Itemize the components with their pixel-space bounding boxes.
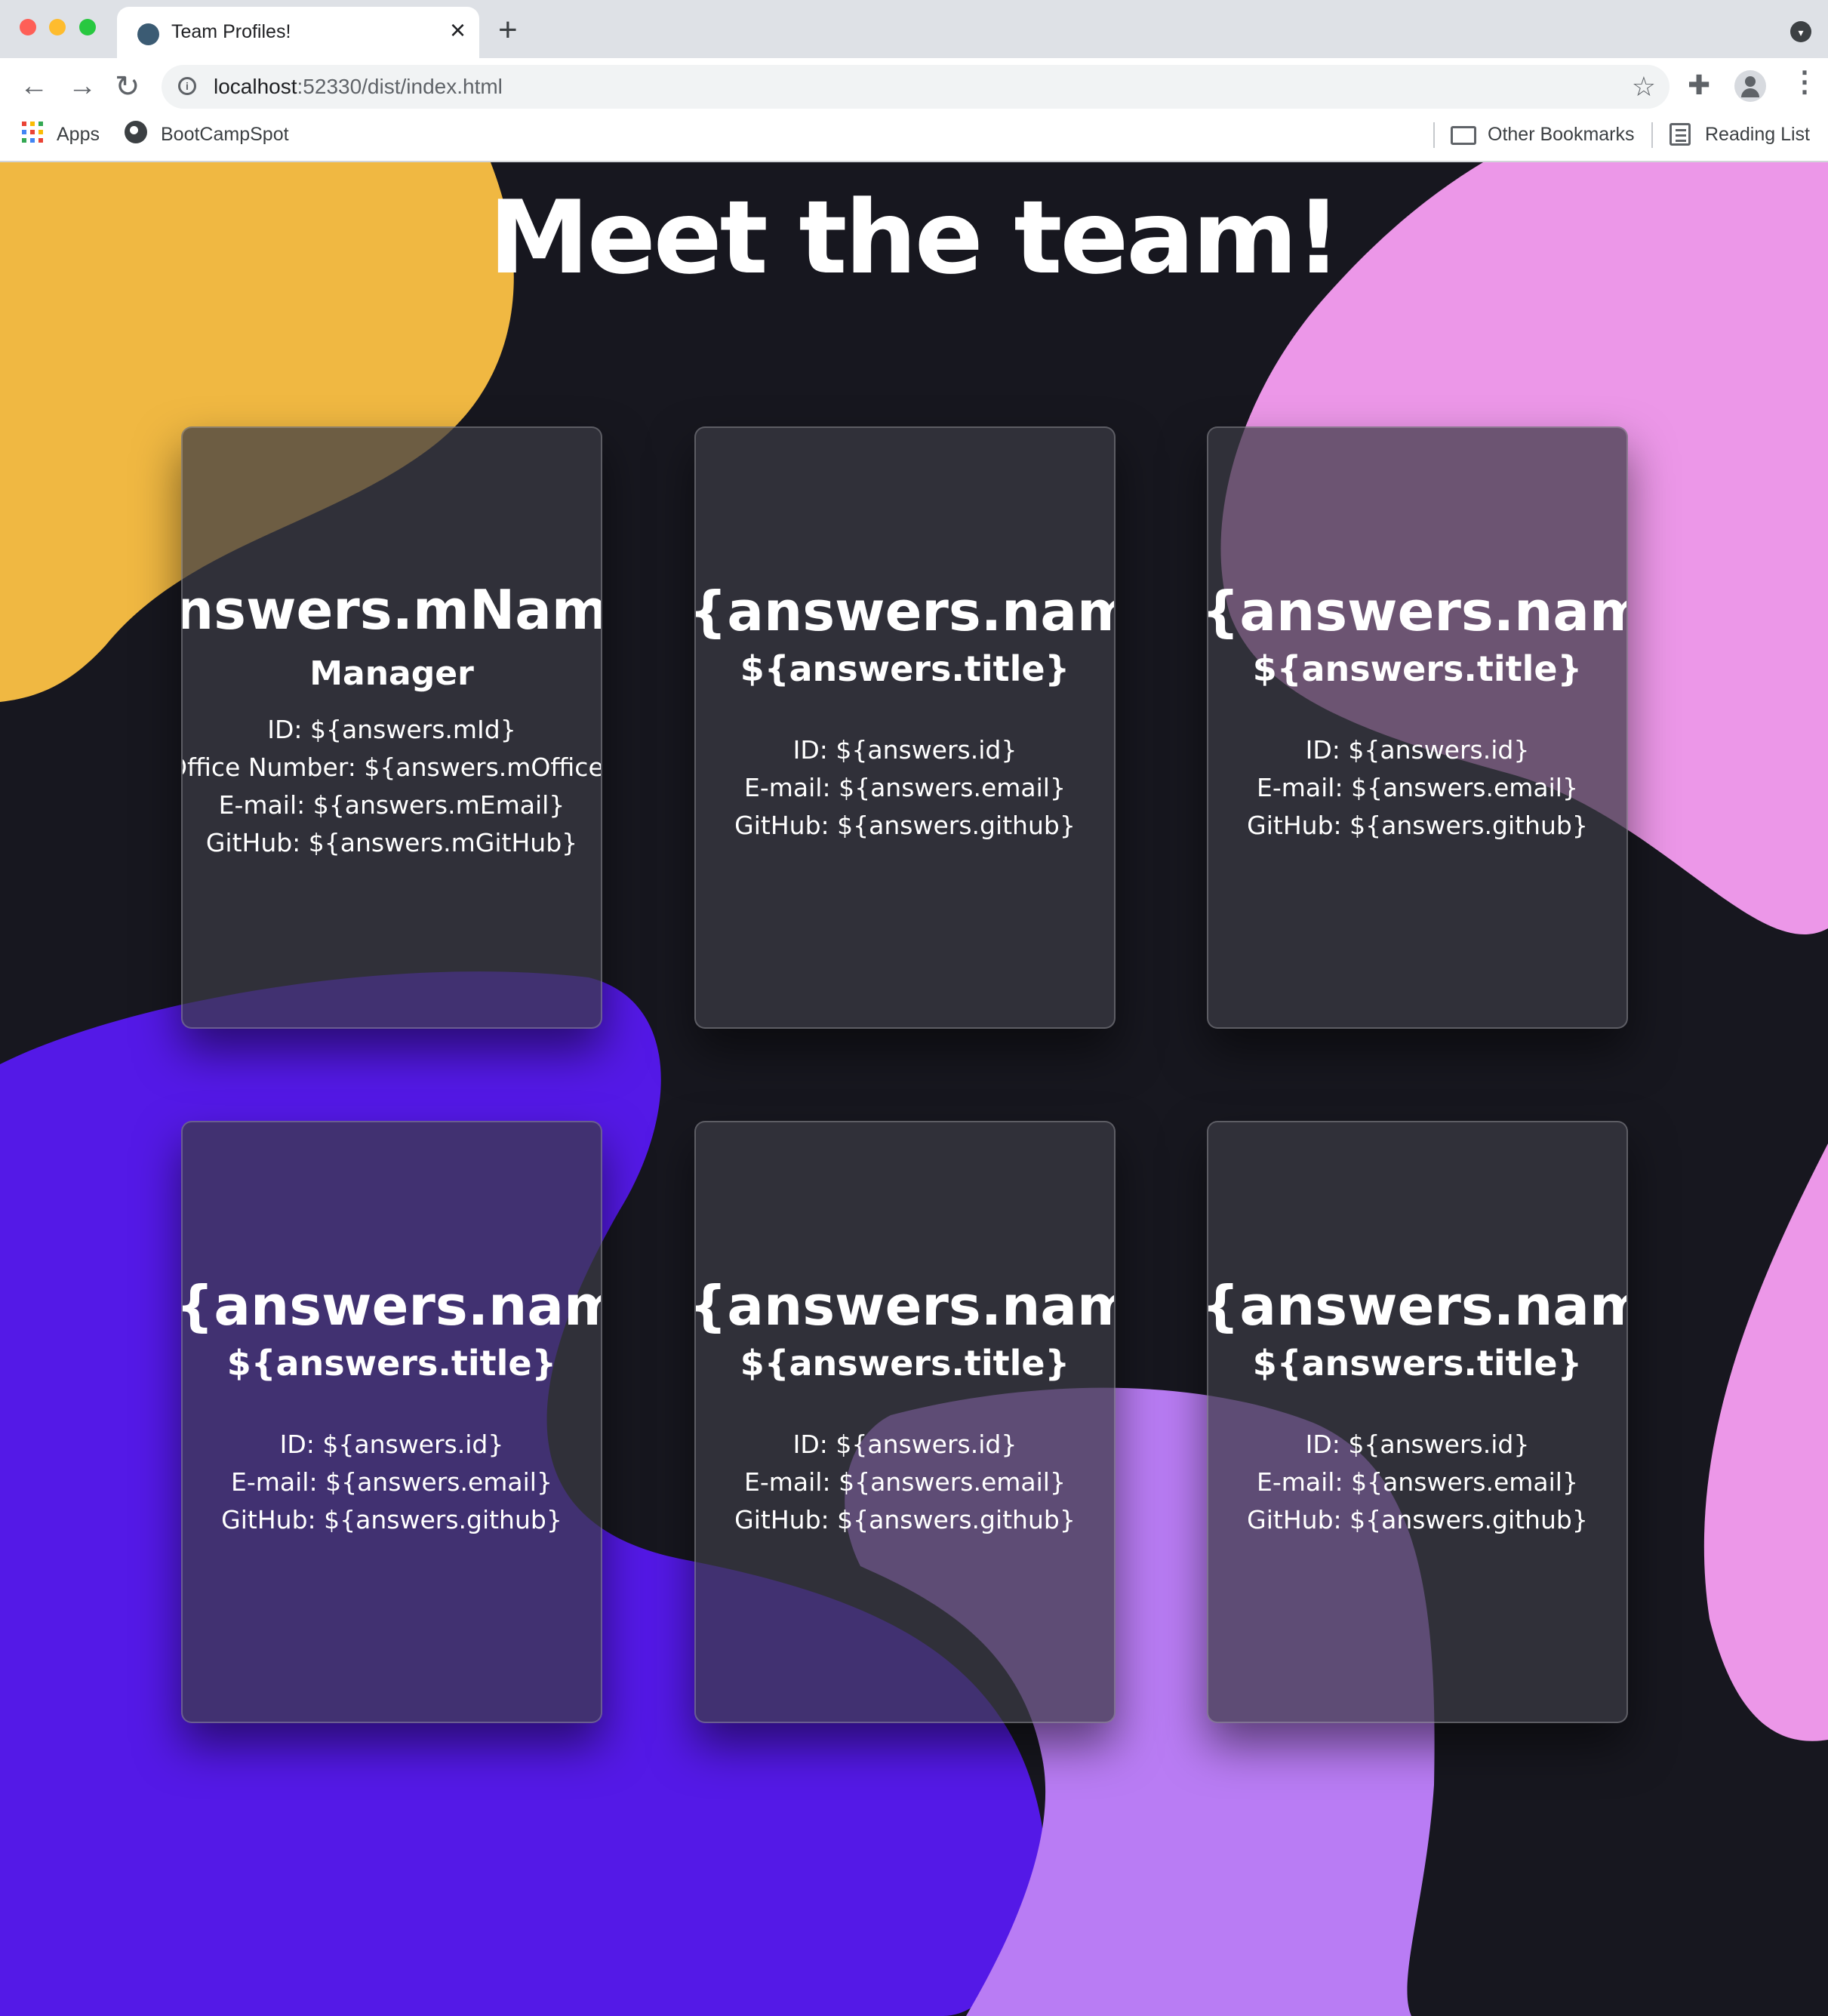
close-tab-icon[interactable]: ×	[450, 17, 466, 44]
member-card: ${answers.name} ${answers.title} ID: ${a…	[181, 1121, 602, 1723]
bookmark-bootcampspot[interactable]: BootCampSpot	[161, 124, 289, 146]
member-title: ${answers.title}	[1252, 648, 1583, 689]
member-name: ${answers.name}	[1207, 580, 1626, 643]
id-line: ID: ${answers.id}	[1305, 1430, 1530, 1459]
site-info-icon[interactable]: i	[178, 77, 196, 95]
github-line: GitHub: ${answers.github}	[1247, 811, 1588, 840]
github-line: GitHub: ${answers.github}	[221, 1505, 562, 1534]
member-card: ${answers.name} ${answers.title} ID: ${a…	[694, 426, 1116, 1029]
reading-list-icon	[1670, 123, 1691, 146]
address-bar[interactable]: i localhost:52330/dist/index.html ☆	[162, 65, 1670, 109]
url-text: localhost:52330/dist/index.html	[214, 75, 503, 98]
office-number-line: Office Number: ${answers.mOffice}	[181, 753, 602, 782]
extensions-icon[interactable]: ✚	[1688, 72, 1710, 99]
member-details: ID: ${answers.id} E-mail: ${answers.emai…	[1208, 1426, 1626, 1539]
tab-search-icon[interactable]: ▾	[1790, 21, 1811, 42]
member-name: ${answers.name}	[1207, 1274, 1626, 1337]
github-line: GitHub: ${answers.github}	[1247, 1505, 1588, 1534]
close-window-button[interactable]	[20, 19, 36, 35]
bookmark-star-icon[interactable]: ☆	[1632, 71, 1656, 103]
browser-menu-icon[interactable]: ⋮	[1790, 68, 1819, 97]
member-role: Manager	[309, 654, 474, 693]
folder-icon	[1451, 126, 1476, 145]
member-name: ${answers.name}	[694, 1274, 1114, 1337]
github-line: GitHub: ${answers.github}	[734, 1505, 1076, 1534]
email-line: E-mail: ${answers.email}	[744, 1467, 1066, 1497]
email-line: E-mail: ${answers.email}	[1257, 773, 1578, 802]
member-details: ID: ${answers.id} E-mail: ${answers.emai…	[696, 1426, 1114, 1539]
member-title: ${answers.title}	[226, 1343, 557, 1383]
reload-icon[interactable]: ↻	[115, 72, 140, 102]
member-name: answers.mName	[181, 578, 601, 642]
back-icon[interactable]: ←	[20, 72, 48, 100]
github-line: GitHub: ${answers.github}	[734, 811, 1076, 840]
bookmarks-divider	[1651, 122, 1653, 148]
member-card: ${answers.name} ${answers.title} ID: ${a…	[1207, 426, 1628, 1029]
id-line: ID: ${answers.id}	[792, 1430, 1017, 1459]
page-title: Meet the team!	[488, 179, 1342, 297]
page-viewport: Meet the team! answers.mName Manager ID:…	[0, 162, 1828, 2016]
email-line: E-mail: ${answers.email}	[744, 773, 1066, 802]
minimize-window-button[interactable]	[49, 19, 66, 35]
reading-list-button[interactable]: Reading List	[1705, 124, 1810, 146]
tab-strip: Team Profiles! × + ▾	[0, 0, 1828, 58]
id-line: ID: ${answers.id}	[1305, 735, 1530, 765]
member-title: ${answers.title}	[740, 1343, 1070, 1383]
forward-icon[interactable]: →	[68, 72, 97, 100]
member-card: ${answers.name} ${answers.title} ID: ${a…	[694, 1121, 1116, 1723]
maximize-window-button[interactable]	[79, 19, 96, 35]
pink-blob-right	[1703, 1143, 1828, 1741]
member-name: ${answers.name}	[694, 580, 1114, 643]
member-title: ${answers.title}	[740, 648, 1070, 689]
bookmarks-divider	[1433, 122, 1435, 148]
member-details: ID: ${answers.mId} Office Number: ${answ…	[181, 711, 602, 862]
new-tab-button[interactable]: +	[498, 14, 518, 47]
bookmark-other[interactable]: Other Bookmarks	[1488, 124, 1635, 146]
tab-team-profiles[interactable]: Team Profiles! ×	[117, 7, 479, 58]
apps-grid-icon[interactable]	[22, 122, 43, 143]
id-line: ID: ${answers.id}	[279, 1430, 504, 1459]
member-details: ID: ${answers.id} E-mail: ${answers.emai…	[1208, 731, 1626, 845]
globe-icon	[125, 121, 147, 143]
member-details: ID: ${answers.id} E-mail: ${answers.emai…	[183, 1426, 601, 1539]
member-details: ID: ${answers.id} E-mail: ${answers.emai…	[696, 731, 1114, 845]
id-line: ID: ${answers.mId}	[267, 715, 516, 744]
browser-toolbar: ← → ↻ i localhost:52330/dist/index.html …	[0, 58, 1828, 116]
bookmark-apps[interactable]: Apps	[57, 124, 100, 146]
email-line: E-mail: ${answers.email}	[231, 1467, 552, 1497]
member-title: ${answers.title}	[1252, 1343, 1583, 1383]
email-line: E-mail: ${answers.email}	[1257, 1467, 1578, 1497]
email-line: E-mail: ${answers.mEmail}	[218, 790, 565, 820]
manager-card: answers.mName Manager ID: ${answers.mId}…	[181, 426, 602, 1029]
member-card: ${answers.name} ${answers.title} ID: ${a…	[1207, 1121, 1628, 1723]
tab-title: Team Profiles!	[171, 21, 291, 42]
profile-avatar-icon[interactable]	[1734, 70, 1766, 102]
id-line: ID: ${answers.id}	[792, 735, 1017, 765]
github-line: GitHub: ${answers.mGitHub}	[205, 828, 578, 857]
member-name: ${answers.name}	[181, 1274, 601, 1337]
favicon-icon	[137, 23, 159, 45]
